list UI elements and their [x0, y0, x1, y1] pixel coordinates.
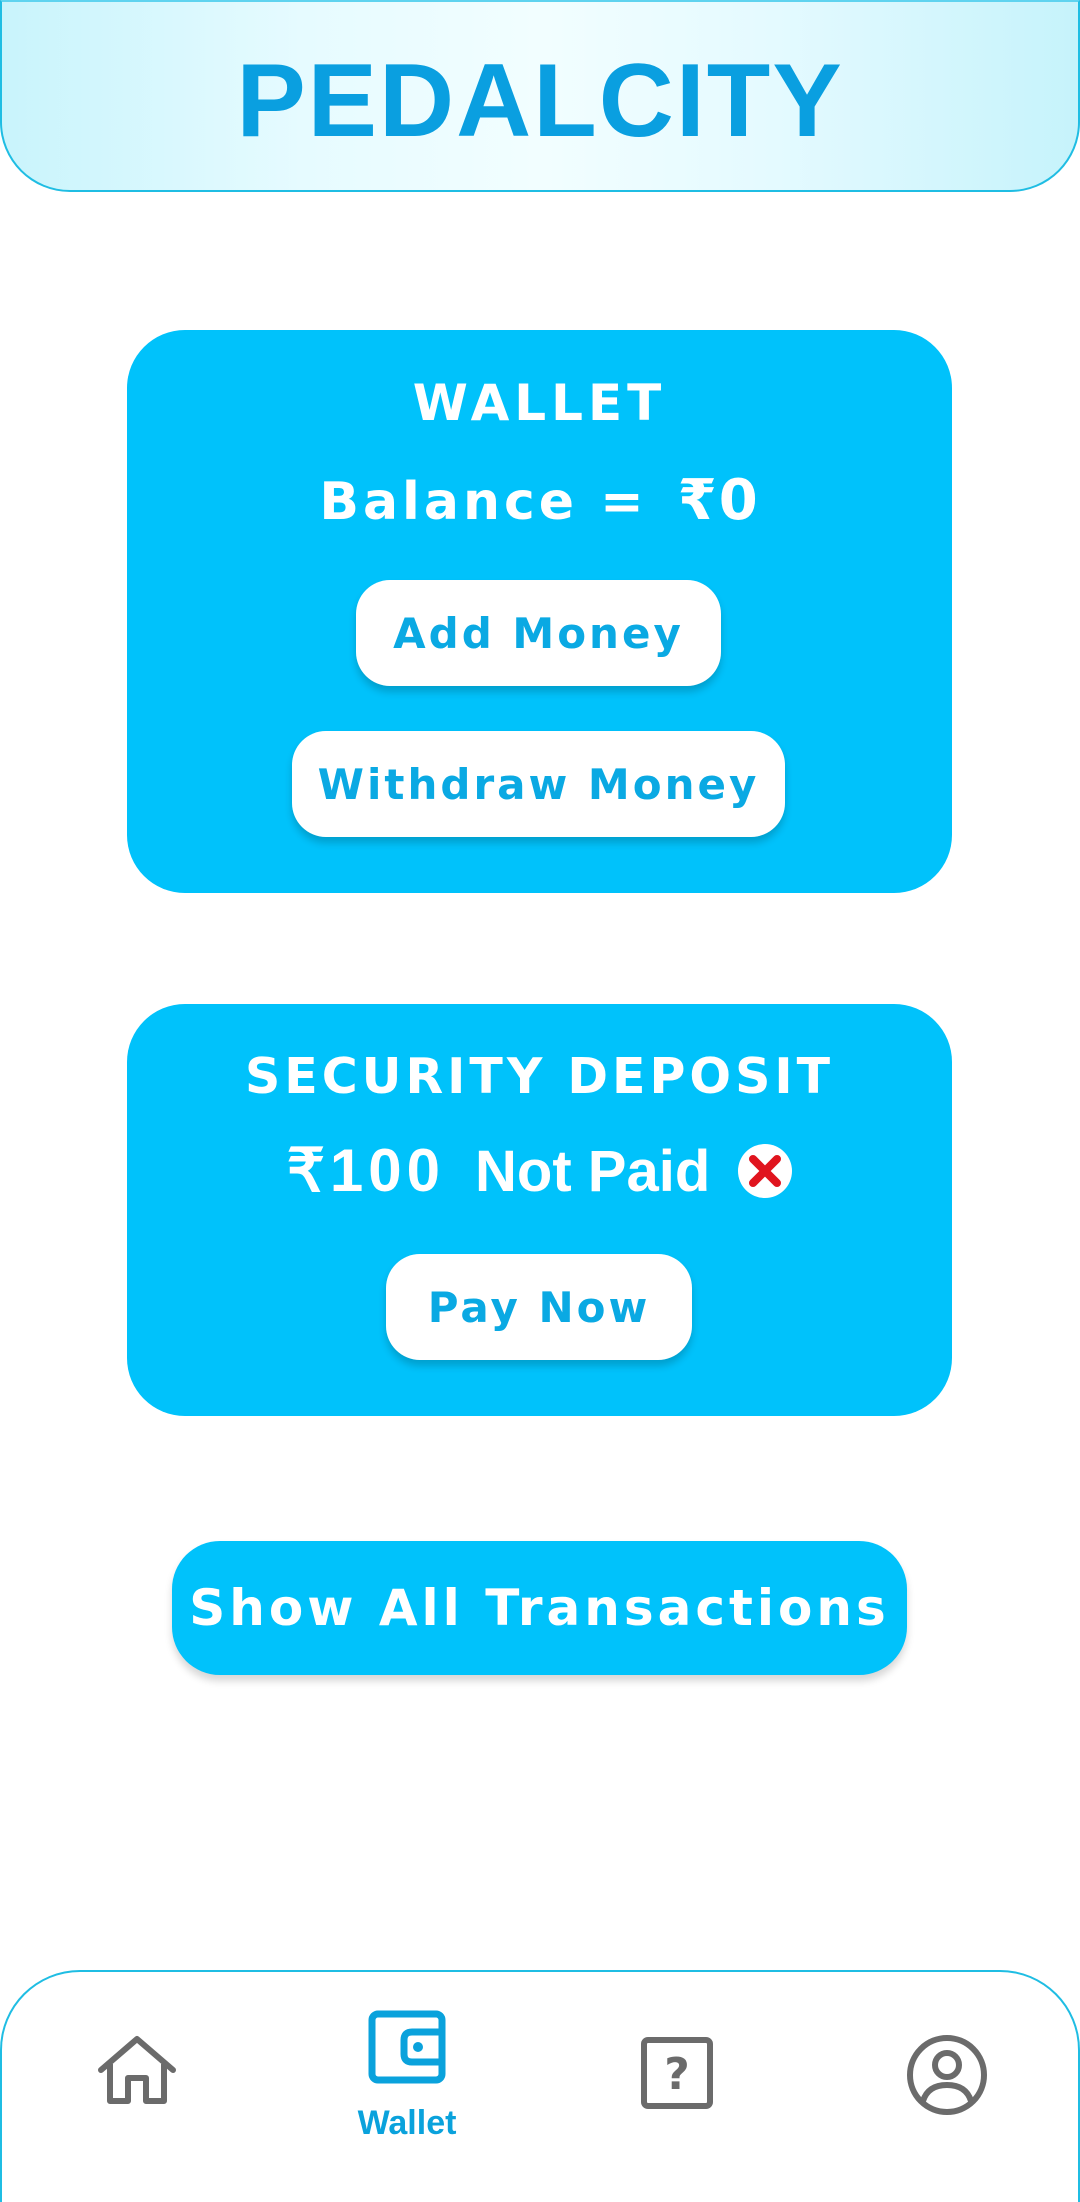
svg-text:?: ? [664, 2049, 690, 2100]
app-header: PEDALCITY [0, 0, 1080, 192]
deposit-amount: ₹100 [286, 1137, 446, 1204]
app-title: PEDALCITY [236, 43, 844, 159]
security-deposit-card: SECURITY DEPOSIT ₹100 Not Paid Pay Now [127, 1004, 952, 1416]
pay-now-button[interactable]: Pay Now [386, 1254, 692, 1360]
close-circle-icon [738, 1144, 793, 1198]
deposit-status-row: ₹100 Not Paid [127, 1136, 952, 1206]
nav-profile[interactable] [892, 1972, 1002, 2174]
nav-wallet-label: Wallet [357, 2104, 457, 2142]
security-deposit-title: SECURITY DEPOSIT [244, 1048, 835, 1105]
add-money-button[interactable]: Add Money [356, 580, 721, 686]
show-all-transactions-button[interactable]: Show All Transactions [172, 1541, 907, 1675]
profile-icon [907, 2035, 987, 2115]
withdraw-money-button[interactable]: Withdraw Money [292, 731, 785, 837]
nav-help[interactable]: ? [622, 1972, 732, 2174]
home-icon [98, 2036, 176, 2104]
nav-home[interactable] [82, 1972, 192, 2174]
balance-amount: ₹0 [677, 468, 760, 533]
bottom-nav: Wallet ? [0, 1970, 1080, 2202]
wallet-title: WALLET [412, 374, 667, 432]
help-icon: ? [641, 2037, 713, 2109]
nav-wallet[interactable]: Wallet [342, 1972, 472, 2174]
balance-label: Balance = [319, 472, 648, 532]
wallet-card: WALLET Balance = ₹0 Add Money Withdraw Mo… [127, 330, 952, 893]
wallet-icon [368, 2010, 446, 2084]
balance-row: Balance = ₹0 [127, 468, 952, 533]
deposit-status: Not Paid [475, 1138, 711, 1204]
